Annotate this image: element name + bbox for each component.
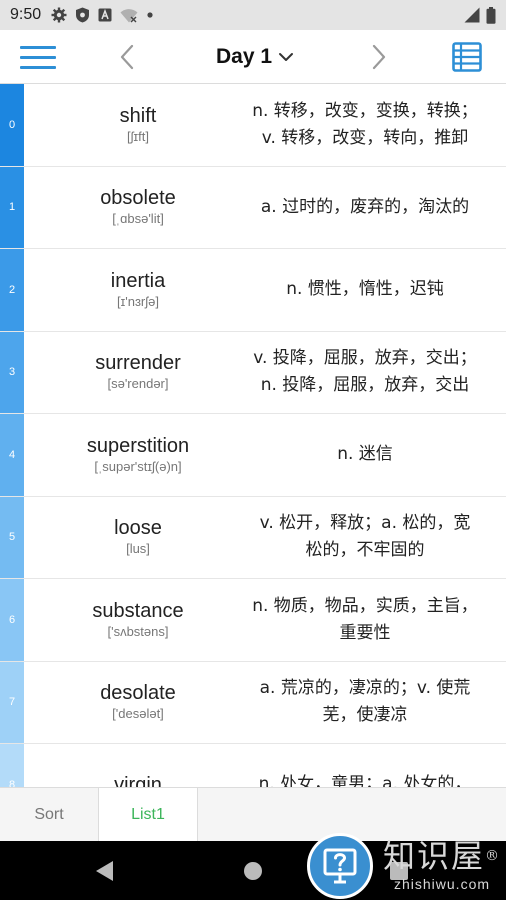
word-definition: n. 转移，改变，变换，转换；v. 转移，改变，转向，推卸	[252, 100, 478, 148]
word-cell: obsolete [ˌɑbsə'lit]	[24, 167, 252, 249]
day-selector[interactable]: Day 1	[200, 40, 310, 74]
list-view-icon[interactable]	[452, 42, 482, 72]
word-row[interactable]: 8 virgin n. 处女，童男；a. 处女的，	[0, 744, 506, 787]
shield-icon	[76, 7, 90, 23]
watermark-text: 知识屋® zhishiwu.com	[378, 836, 506, 892]
menu-line	[20, 65, 56, 69]
tab-sort[interactable]: Sort	[0, 788, 99, 841]
word-cell: shift [ʃɪft]	[24, 84, 252, 166]
word-row[interactable]: 1 obsolete [ˌɑbsə'lit] a. 过时的，废弃的，淘汰的	[0, 166, 506, 249]
row-index: 0	[0, 84, 24, 166]
word-row[interactable]: 7 desolate ['desələt] a. 荒凉的，凄凉的；v. 使荒芜，…	[0, 661, 506, 744]
app-bar: Day 1	[0, 30, 506, 84]
word-definition: n. 物质，物品，实质，主旨，重要性	[252, 595, 478, 643]
word-text: substance	[92, 599, 184, 622]
word-phonetic: [lus]	[126, 541, 150, 557]
chevron-down-icon	[279, 53, 294, 61]
row-index: 4	[0, 414, 24, 496]
word-text: surrender	[95, 352, 181, 375]
status-right-icons	[464, 6, 496, 24]
word-phonetic: [ʃɪft]	[127, 128, 149, 144]
word-phonetic: ['sʌbstəns]	[107, 623, 169, 639]
a-badge-icon	[98, 8, 112, 22]
watermark-en: zhishiwu.com	[393, 876, 491, 892]
word-cell: desolate ['desələt]	[24, 662, 252, 744]
word-row[interactable]: 6 substance ['sʌbstəns] n. 物质，物品，实质，主旨，重…	[0, 579, 506, 662]
word-phonetic: ['desələt]	[112, 706, 164, 722]
word-definition: n. 处女，童男；a. 处女的，	[258, 774, 472, 787]
watermark-mark: ®	[485, 848, 501, 864]
word-cell: inertia [ɪ'nɜrʃə]	[24, 249, 252, 331]
word-definition: n. 惯性，惰性，迟钝	[286, 279, 444, 300]
word-list[interactable]: 0 shift [ʃɪft] n. 转移，改变，变换，转换；v. 转移，改变，转…	[0, 84, 506, 787]
home-circle-icon[interactable]	[244, 862, 262, 880]
word-cell: virgin	[24, 744, 252, 787]
word-text: obsolete	[100, 187, 176, 210]
word-text: inertia	[110, 269, 166, 292]
word-row[interactable]: 0 shift [ʃɪft] n. 转移，改变，变换，转换；v. 转移，改变，转…	[0, 84, 506, 167]
tab-list1[interactable]: List1	[99, 788, 198, 841]
word-definition: a. 荒凉的，凄凉的；v. 使荒芜，使凄凉	[259, 678, 471, 726]
word-definition: a. 过时的，废弃的，淘汰的	[260, 196, 470, 217]
word-text: superstition	[86, 434, 190, 457]
word-row[interactable]: 5 loose [lus] v. 松开，释放；a. 松的，宽松的，不牢固的	[0, 496, 506, 579]
question-monitor-icon	[323, 848, 357, 884]
wifi-off-icon	[120, 8, 138, 22]
word-row[interactable]: 2 inertia [ɪ'nɜrʃə] n. 惯性，惰性，迟钝	[0, 249, 506, 332]
bottom-tab-bar: Sort List1	[0, 787, 506, 841]
word-cell: loose [lus]	[24, 497, 252, 579]
watermark-badge	[307, 833, 373, 899]
word-text: loose	[114, 517, 162, 540]
word-text: virgin	[114, 773, 162, 787]
page-title: Day 1	[215, 45, 273, 68]
status-bar: 9:50	[0, 0, 506, 30]
row-index: 3	[0, 331, 24, 413]
chevron-right-icon[interactable]	[364, 40, 394, 74]
chevron-left-icon[interactable]	[112, 40, 142, 74]
word-definition: v. 松开，释放；a. 松的，宽松的，不牢固的	[259, 513, 471, 561]
dot-icon	[147, 12, 153, 18]
row-index: 7	[0, 661, 24, 743]
menu-line	[20, 55, 56, 59]
row-index: 5	[0, 496, 24, 578]
word-cell: superstition [ˌsupər'stɪʃ(ə)n]	[24, 414, 252, 496]
word-text: shift	[119, 104, 157, 127]
status-left-icons	[51, 7, 154, 23]
row-index: 6	[0, 579, 24, 661]
hamburger-menu-icon[interactable]	[20, 41, 56, 73]
word-phonetic: [ˌsupər'stɪʃ(ə)n]	[94, 458, 182, 474]
word-phonetic: [ˌɑbsə'lit]	[112, 211, 164, 227]
menu-line	[20, 45, 56, 49]
watermark-cn: 知识屋	[382, 837, 485, 875]
word-phonetic: [sə'rendər]	[107, 376, 169, 392]
word-cell: substance ['sʌbstəns]	[24, 579, 252, 661]
word-text: desolate	[100, 682, 176, 705]
row-index: 8	[0, 744, 24, 787]
word-definition: n. 迷信	[337, 444, 393, 465]
battery-icon	[486, 6, 496, 24]
word-cell: surrender [sə'rendər]	[24, 332, 252, 414]
word-phonetic: [ɪ'nɜrʃə]	[117, 293, 159, 309]
signal-icon	[464, 7, 480, 23]
word-row[interactable]: 3 surrender [sə'rendər] v. 投降，屈服，放弃，交出；n…	[0, 331, 506, 414]
status-time: 9:50	[10, 6, 42, 23]
row-index: 1	[0, 166, 24, 248]
word-row[interactable]: 4 superstition [ˌsupər'stɪʃ(ə)n] n. 迷信	[0, 414, 506, 497]
row-index: 2	[0, 249, 24, 331]
gear-icon	[51, 7, 67, 23]
word-definition: v. 投降，屈服，放弃，交出；n. 投降，屈服，放弃，交出	[253, 348, 477, 396]
back-triangle-icon[interactable]	[95, 860, 115, 882]
